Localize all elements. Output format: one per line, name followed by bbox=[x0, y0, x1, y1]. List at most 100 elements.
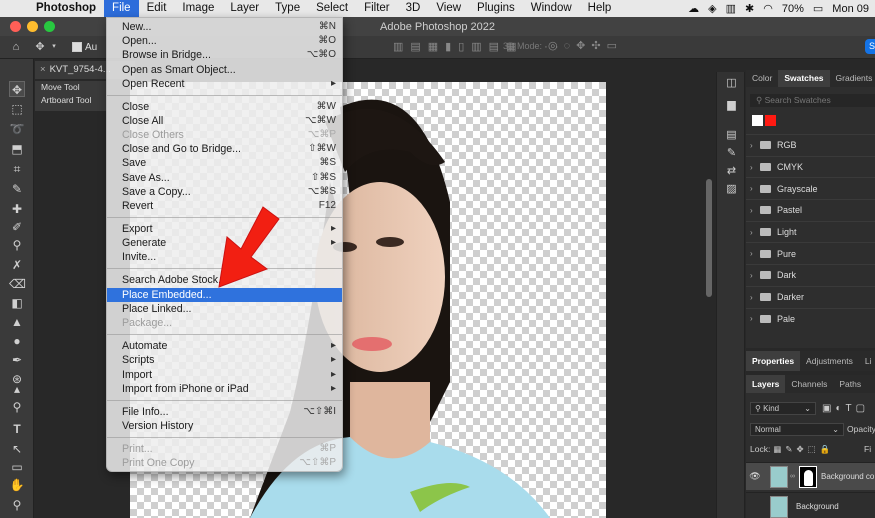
menu-item-close-and-go-to-bridge[interactable]: Close and Go to Bridge... ⇧⌘W bbox=[107, 142, 342, 156]
fill-label[interactable]: Fi bbox=[864, 441, 875, 457]
tab-libraries[interactable]: Li bbox=[859, 351, 875, 371]
pen-tool-icon[interactable]: ✒ bbox=[9, 352, 25, 368]
menu-type[interactable]: Type bbox=[267, 0, 308, 17]
tab-adjustments[interactable]: Adjustments bbox=[800, 351, 859, 371]
dodge-tool-icon[interactable]: ● bbox=[9, 333, 25, 349]
menu-plugins[interactable]: Plugins bbox=[469, 0, 523, 17]
menu-3d[interactable]: 3D bbox=[398, 0, 429, 17]
menu-item-import[interactable]: Import ▸ bbox=[107, 368, 342, 382]
tab-layers[interactable]: Layers bbox=[746, 375, 786, 393]
stats-icon[interactable]: ▥ bbox=[726, 2, 736, 15]
blur-tool-icon[interactable]: ▲ bbox=[9, 314, 25, 330]
preset-move-tool[interactable]: Move Tool bbox=[35, 81, 107, 94]
menu-item-browse-in-bridge[interactable]: Browse in Bridge... ⌥⌘O bbox=[107, 48, 342, 62]
menu-edit[interactable]: Edit bbox=[139, 0, 175, 17]
menu-item-save-as[interactable]: Save As... ⇧⌘S bbox=[107, 171, 342, 185]
menu-item-open[interactable]: Open... ⌘O bbox=[107, 34, 342, 48]
menu-help[interactable]: Help bbox=[580, 0, 620, 17]
menu-item-file-info[interactable]: File Info... ⌥⇧⌘I bbox=[107, 405, 342, 419]
tab-paths[interactable]: Paths bbox=[833, 375, 867, 393]
menu-item-version-history[interactable]: Version History bbox=[107, 419, 342, 433]
folder-pastel[interactable]: › Pastel bbox=[746, 199, 875, 221]
folder-dark[interactable]: › Dark bbox=[746, 264, 875, 286]
zoom-window-button[interactable] bbox=[44, 21, 55, 32]
menu-view[interactable]: View bbox=[428, 0, 469, 17]
layer-row[interactable]: Background bbox=[746, 492, 875, 518]
menu-item-close[interactable]: Close ⌘W bbox=[107, 100, 342, 114]
home-icon[interactable]: ⌂ bbox=[8, 40, 24, 54]
hand-tool-icon[interactable]: ✋ bbox=[9, 477, 25, 493]
marquee-tool-icon[interactable]: ⬚ bbox=[9, 101, 25, 117]
menu-item-save-a-copy[interactable]: Save a Copy... ⌥⌘S bbox=[107, 185, 342, 199]
crop-tool-icon[interactable]: ⌗ bbox=[9, 161, 25, 177]
link-icon[interactable]: ∞ bbox=[790, 473, 795, 480]
creative-cloud-icon[interactable]: ☁ bbox=[688, 2, 699, 15]
adobe-icon[interactable]: ◈ bbox=[708, 2, 716, 15]
menu-select[interactable]: Select bbox=[308, 0, 356, 17]
folder-cmyk[interactable]: › CMYK bbox=[746, 155, 875, 178]
menu-image[interactable]: Image bbox=[174, 0, 222, 17]
menu-item-save[interactable]: Save ⌘S bbox=[107, 156, 342, 170]
object-select-tool-icon[interactable]: ⬒ bbox=[9, 141, 25, 157]
folder-rgb[interactable]: › RGB bbox=[746, 134, 875, 156]
drop-icon[interactable]: ▴ bbox=[9, 381, 25, 397]
move-tool-option-icon[interactable]: ✥ bbox=[32, 40, 48, 54]
layer-mask-thumbnail[interactable] bbox=[799, 465, 817, 488]
opacity-label[interactable]: Opacity bbox=[847, 421, 875, 437]
gradient-tool-icon[interactable]: ◧ bbox=[9, 295, 25, 311]
battery-percent[interactable]: 70% bbox=[782, 3, 804, 15]
path-select-tool-icon[interactable]: ↖ bbox=[9, 441, 25, 457]
brush-tool-icon[interactable]: ✐ bbox=[9, 219, 25, 235]
menu-item-close-all[interactable]: Close All ⌥⌘W bbox=[107, 114, 342, 128]
history-brush-icon[interactable]: ✗ bbox=[9, 257, 25, 273]
menu-item-open-as-smart-object[interactable]: Open as Smart Object... bbox=[107, 63, 342, 77]
vertical-scrollbar[interactable] bbox=[706, 179, 712, 297]
share-button[interactable]: S bbox=[865, 39, 875, 54]
swatch-search-input[interactable]: ⚲ Search Swatches bbox=[750, 94, 875, 107]
lock-icons[interactable]: ▦✎✥⬚🔒 bbox=[773, 444, 834, 455]
swatch-white[interactable] bbox=[752, 115, 763, 126]
close-tab-icon[interactable]: × bbox=[40, 64, 46, 75]
eye-icon[interactable]: 👁 bbox=[746, 471, 764, 482]
menu-item-place-linked[interactable]: Place Linked... bbox=[107, 302, 342, 316]
close-window-button[interactable] bbox=[10, 21, 21, 32]
tab-gradients[interactable]: Gradients bbox=[830, 70, 875, 87]
menu-layer[interactable]: Layer bbox=[222, 0, 267, 17]
clock[interactable]: Mon 09 bbox=[832, 3, 869, 15]
swatch-red[interactable] bbox=[765, 115, 776, 126]
wifi-icon[interactable]: ◠ bbox=[763, 2, 773, 15]
3d-mode-icons[interactable]: ◎◌✥✣▭ bbox=[548, 39, 623, 52]
menu-item-scripts[interactable]: Scripts ▸ bbox=[107, 353, 342, 367]
folder-grayscale[interactable]: › Grayscale bbox=[746, 177, 875, 199]
tab-channels[interactable]: Channels bbox=[785, 375, 833, 393]
menu-item-open-recent[interactable]: Open Recent ▸ bbox=[107, 77, 342, 91]
rectangle-tool-icon[interactable]: ▭ bbox=[9, 459, 25, 475]
bluetooth-icon[interactable]: ✱ bbox=[745, 2, 754, 15]
clone-stamp-icon[interactable]: ⚲ bbox=[9, 237, 25, 253]
healing-brush-icon[interactable]: ✚ bbox=[9, 201, 25, 217]
adjust-icon[interactable]: ⇄ bbox=[724, 164, 739, 178]
layer-filter-icons[interactable]: ▣◐T▢ bbox=[822, 400, 875, 416]
layer-row[interactable]: 👁 ∞ Background co bbox=[746, 462, 875, 490]
menu-item-import-from-iphone[interactable]: Import from iPhone or iPad ▸ bbox=[107, 382, 342, 396]
menu-item-new[interactable]: New... ⌘N bbox=[107, 20, 342, 34]
menu-window[interactable]: Window bbox=[523, 0, 580, 17]
libraries-icon[interactable]: ▨ bbox=[724, 182, 739, 196]
folder-darker[interactable]: › Darker bbox=[746, 285, 875, 308]
tab-properties[interactable]: Properties bbox=[746, 351, 801, 371]
minimize-window-button[interactable] bbox=[27, 21, 38, 32]
comments-icon[interactable]: ▆ bbox=[724, 98, 739, 112]
chevron-down-icon[interactable]: ▾ bbox=[50, 40, 58, 54]
preset-artboard-tool[interactable]: Artboard Tool bbox=[35, 94, 107, 107]
menu-file[interactable]: File bbox=[104, 0, 139, 17]
auto-select-checkbox[interactable] bbox=[72, 42, 82, 52]
layer-filter-select[interactable]: ⚲ Kind ⌄ bbox=[750, 402, 816, 415]
tab-color[interactable]: Color bbox=[746, 70, 778, 87]
brush-settings-icon[interactable]: ✎ bbox=[724, 146, 739, 160]
zoom-tool-icon[interactable]: ⚲ bbox=[9, 497, 25, 513]
eyedropper-tool-icon[interactable]: ✎ bbox=[9, 181, 25, 197]
blend-mode-select[interactable]: Normal ⌄ bbox=[750, 423, 844, 436]
menu-app-name[interactable]: Photoshop bbox=[28, 0, 104, 17]
history-icon[interactable]: ▤ bbox=[724, 128, 739, 142]
menu-filter[interactable]: Filter bbox=[356, 0, 398, 17]
